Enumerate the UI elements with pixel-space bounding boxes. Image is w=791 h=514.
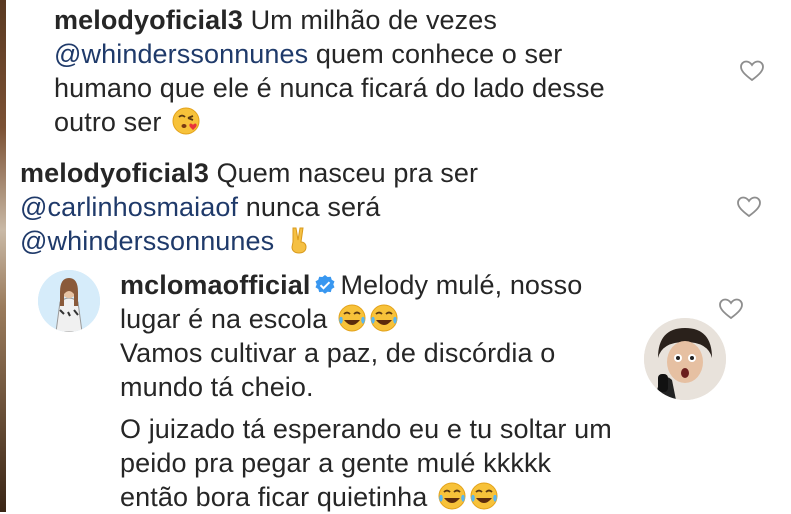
heart-outline-icon[interactable] bbox=[737, 196, 761, 218]
mention-link[interactable]: @whinderssonnunes bbox=[54, 39, 308, 69]
comment-3-reply: mcloma​official Melody mulé, nosso lugar … bbox=[120, 268, 680, 514]
heart-outline-icon[interactable] bbox=[719, 298, 743, 320]
comment-text: Vamos cultivar a paz, de discórdia o bbox=[120, 338, 556, 368]
comment-text: quem conhece o ser bbox=[315, 39, 563, 69]
comment-2: melodyoficial3 Quem nasceu pra ser @carl… bbox=[20, 156, 720, 258]
cropped-photo-edge bbox=[0, 0, 6, 512]
comment-text: mundo tá cheio. bbox=[120, 372, 314, 402]
comment-text: O juizado tá esperando eu e tu soltar um bbox=[120, 414, 612, 444]
comment-username[interactable]: melodyoficial3 bbox=[54, 5, 243, 35]
comment-username[interactable]: mcloma​official bbox=[120, 270, 310, 300]
joy-emoji bbox=[438, 482, 466, 510]
victory-hand-emoji bbox=[291, 227, 307, 254]
avatar[interactable] bbox=[38, 270, 100, 332]
comment-text: lugar é na escola bbox=[120, 304, 328, 334]
joy-emoji bbox=[370, 304, 398, 332]
mention-link[interactable]: @whinderssonnunes bbox=[20, 226, 274, 256]
surprised-woman-photo-icon bbox=[644, 318, 726, 400]
reaction-photo bbox=[644, 318, 726, 400]
joy-emoji bbox=[470, 482, 498, 510]
comment-text: humano que ele é nunca ficará do lado de… bbox=[54, 73, 605, 103]
comment-text: outro ser bbox=[54, 107, 162, 137]
comment-text: então bora ficar quietinha bbox=[120, 482, 428, 512]
avatar-illustration-icon bbox=[38, 270, 100, 332]
comment-text: peido pra pegar a gente mulé kkkkk bbox=[120, 448, 552, 478]
joy-emoji bbox=[338, 304, 366, 332]
mention-link[interactable]: @carlinhosmaiaof bbox=[20, 192, 238, 222]
verified-badge-icon bbox=[315, 275, 335, 294]
comment-text: nunca será bbox=[245, 192, 381, 222]
comment-text: Melody mulé, nosso bbox=[340, 270, 583, 300]
comment-text: Um milhão de vezes bbox=[250, 5, 497, 35]
comment-text: Quem nasceu pra ser bbox=[216, 158, 479, 188]
comment-username[interactable]: melodyoficial3 bbox=[20, 158, 209, 188]
comment-1: melodyoficial3 Um milhão de vezes @whind… bbox=[54, 3, 714, 139]
kissing-heart-emoji bbox=[172, 107, 200, 135]
heart-outline-icon[interactable] bbox=[740, 60, 764, 82]
